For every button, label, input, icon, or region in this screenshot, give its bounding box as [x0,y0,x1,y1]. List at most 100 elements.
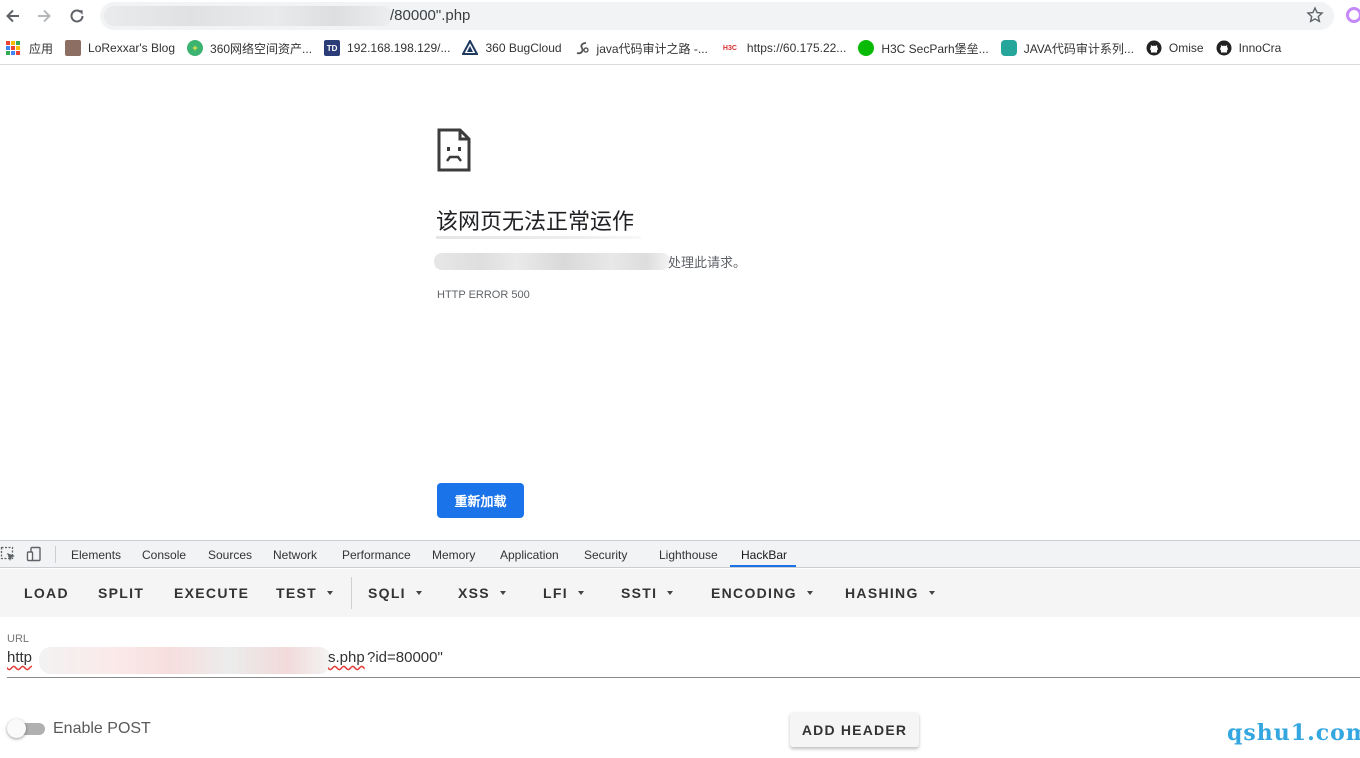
github-icon [1216,40,1232,56]
device-toolbar-icon[interactable] [26,546,42,562]
split-button[interactable]: SPLIT [98,585,144,601]
bookmark-label: https://60.175.22... [746,41,847,55]
watermark-text: qshu1.com [1227,720,1360,746]
hackbar-toolbar: LOAD SPLIT EXECUTE TEST SQLI XSS LFI SST… [0,569,1360,617]
arrow-right-icon [38,9,51,23]
redacted-url-text [39,647,331,674]
shield-icon [1000,40,1017,56]
bookmark-star-icon[interactable] [1306,6,1324,24]
xss-menu-button[interactable]: XSS [458,585,506,601]
sqli-menu-button[interactable]: SQLI [368,585,422,601]
caret-down-icon [806,591,813,595]
caret-down-icon [415,591,422,595]
address-text: /80000".php [390,7,471,24]
bookmark-java-series[interactable]: JAVA代码审计系列... [1000,40,1134,57]
tab-performance[interactable]: Performance [342,548,411,562]
redacted-mark [436,236,641,239]
button-label: SSTI [621,585,658,601]
add-header-button[interactable]: ADD HEADER [790,712,919,747]
button-label: SQLI [368,585,406,601]
bookmark-https-60[interactable]: H3C https://60.175.22... [720,40,846,56]
refresh-icon [70,9,84,23]
tab-sources[interactable]: Sources [208,548,252,562]
blog-icon [65,40,82,56]
url-input[interactable]: http s.php ?id=80000" [7,647,1357,674]
tab-lighthouse[interactable]: Lighthouse [659,548,718,562]
bookmark-192[interactable]: TD 192.168.198.129/... [324,40,450,56]
button-label: SPLIT [98,585,145,601]
bookmark-lorexxar[interactable]: LoRexxar's Blog [65,40,175,56]
tab-network[interactable]: Network [273,548,317,562]
test-menu-button[interactable]: TEST [276,585,333,601]
load-button[interactable]: LOAD [24,585,69,601]
caret-down-icon [326,591,333,595]
tab-memory[interactable]: Memory [432,548,475,562]
redacted-url-area [104,6,392,26]
caret-down-icon [667,591,674,595]
sad-page-icon [437,128,471,172]
reload-button[interactable] [66,5,88,27]
bookmark-apps[interactable]: 应用 [6,40,53,57]
bookmark-label: 应用 [29,41,54,56]
bookmark-label: 360 BugCloud [485,41,562,55]
tab-hackbar[interactable]: HackBar [741,548,787,562]
hashing-menu-button[interactable]: HASHING [845,585,935,601]
button-label: LFI [543,585,568,601]
devtools-tab-bar: Elements Console Sources Network Perform… [0,541,1360,568]
error-code: HTTP ERROR 500 [437,289,530,301]
360-icon: + [187,40,204,56]
h3c-icon: H3C [722,44,737,52]
tab-security[interactable]: Security [584,548,627,562]
arrow-left-icon [6,9,19,23]
bookmark-omise[interactable]: Omise [1146,40,1204,56]
execute-button[interactable]: EXECUTE [174,585,249,601]
encoding-menu-button[interactable]: ENCODING [711,585,813,601]
bookmark-label: InnoCra [1238,41,1282,55]
url-field-label: URL [7,633,30,645]
url-path-text: s.php [328,649,365,666]
bookmark-java-audit[interactable]: java代码审计之路 -... [574,40,708,57]
enable-post-label[interactable]: Enable POST [53,720,151,738]
tab-elements[interactable]: Elements [71,548,121,562]
back-button[interactable] [2,5,24,27]
toggle-knob [7,719,26,738]
address-bar[interactable]: /80000".php [100,2,1334,30]
bookmark-label: 360网络空间资产... [210,41,313,56]
bookmark-360[interactable]: + 360网络空间资产... [187,40,312,57]
button-label: EXECUTE [174,585,250,601]
button-label: LOAD [24,585,69,601]
bookmark-label: java代码审计之路 -... [596,41,708,56]
wechat-icon [858,40,875,56]
caret-down-icon [499,591,506,595]
bookmarks-bar: 应用 LoRexxar's Blog + 360网络空间资产... TD 192… [0,33,1360,63]
active-tab-indicator [730,565,796,567]
lfi-menu-button[interactable]: LFI [543,585,584,601]
bookmark-label: LoRexxar's Blog [88,41,176,55]
devtools-panel: Elements Console Sources Network Perform… [0,540,1360,758]
apps-grid-icon [6,41,20,55]
bookmark-h3c[interactable]: H3C SecParh堡垒... [858,40,989,57]
tab-console[interactable]: Console [142,548,186,562]
bookmark-innocra[interactable]: InnoCra [1216,40,1282,56]
url-query-text: ?id=80000" [367,649,443,666]
reload-page-button[interactable]: 重新加载 [437,483,524,518]
toolbar-divider [0,64,1360,65]
url-input-underline [7,677,1360,678]
toolbar-separator [351,577,352,609]
enable-post-toggle[interactable] [7,719,45,738]
caret-down-icon [928,591,935,595]
bookmark-label: H3C SecParh堡垒... [881,41,989,56]
bookmark-label: Omise [1168,41,1204,55]
forward-button[interactable] [33,5,55,27]
inspect-element-icon[interactable] [0,546,16,562]
ssti-menu-button[interactable]: SSTI [621,585,674,601]
extension-icon[interactable] [1346,7,1360,23]
error-title: 该网页无法正常运作 [436,210,635,235]
bookmark-bugcloud[interactable]: 360 BugCloud [462,40,562,56]
redacted-host-text [434,253,670,270]
browser-toolbar: /80000".php [0,0,1360,32]
button-label: TEST [276,585,317,601]
bookmark-label: 192.168.198.129/... [347,41,451,55]
button-label: ENCODING [711,585,797,601]
tab-application[interactable]: Application [500,548,559,562]
